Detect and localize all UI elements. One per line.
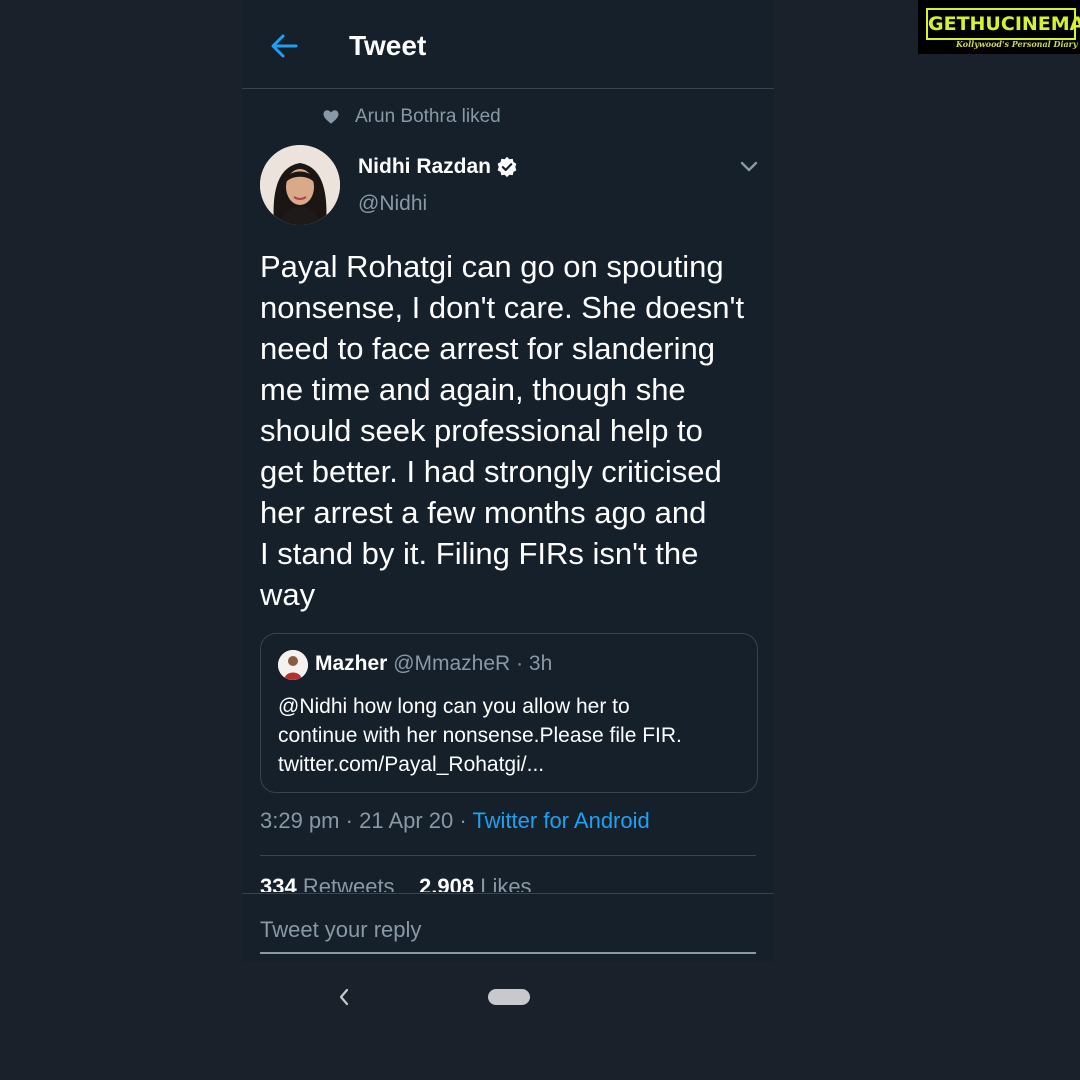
quoted-author-handle[interactable]: @MmazheR: [393, 652, 510, 675]
tweet-text-line: should seek professional help to: [260, 413, 703, 448]
tweet-text-line: Payal Rohatgi can go on spouting: [260, 249, 724, 284]
author-name[interactable]: Nidhi Razdan: [358, 155, 491, 179]
tweet-source-link[interactable]: Twitter for Android: [472, 808, 649, 833]
author-handle[interactable]: @Nidhi: [358, 192, 427, 216]
social-context-text: Arun Bothra liked: [355, 106, 501, 127]
tweet-text: Payal Rohatgi can go on spouting nonsens…: [260, 246, 760, 615]
quoted-text-line: continue with her nonsense.Please file F…: [278, 724, 682, 747]
tweet-text-line: get better. I had strongly criticised: [260, 454, 722, 489]
tweet-text-line: way: [260, 577, 316, 612]
tweet-text-line: need to face arrest for slandering: [260, 331, 715, 366]
tweet-time: 3:29 pm: [260, 808, 340, 833]
retweet-label[interactable]: Retweets: [303, 874, 395, 892]
timestamp-separator: ·: [345, 808, 360, 833]
like-count[interactable]: 2,908: [419, 874, 474, 892]
tweet-text-line: me time and again, though she: [260, 372, 686, 407]
tweet-text-line: I stand by it. Filing FIRs isn't the: [260, 536, 699, 571]
tweet-text-line: nonsense, I don't care. She doesn't: [260, 290, 745, 325]
quoted-tweet-text: @Nidhi how long can you allow her to con…: [278, 692, 748, 779]
nav-back-icon[interactable]: [336, 986, 352, 1008]
page-title: Tweet: [349, 30, 427, 61]
author-avatar[interactable]: [260, 145, 340, 225]
quoted-tweet-card[interactable]: Mazher @MmazheR · 3h @Nidhi how long can…: [260, 633, 758, 793]
tweet-screen: Tweet Arun Bothra liked Nidhi Razdan @Ni…: [242, 0, 774, 962]
tweet-timestamp: 3:29 pm · 21 Apr 20 · Twitter for Androi…: [260, 808, 650, 834]
top-app-bar: Tweet: [242, 0, 774, 89]
quoted-text-line: twitter.com/Payal_Rohatgi/...: [278, 753, 545, 776]
quoted-text-line: @Nidhi how long can you allow her to: [278, 695, 630, 718]
reply-input[interactable]: [260, 908, 756, 954]
heart-icon: [323, 110, 339, 124]
back-arrow-icon[interactable]: [268, 30, 300, 62]
verified-badge-icon: [497, 156, 517, 178]
tweet-date: 21 Apr 20: [359, 808, 454, 833]
quoted-tweet-age: 3h: [528, 652, 553, 675]
watermark-logo: GETHUCINEMA: [926, 8, 1080, 40]
divider: [260, 855, 756, 856]
watermark-tagline: Kollywood's Personal Diary: [956, 39, 1078, 49]
quoted-author-name[interactable]: Mazher: [315, 652, 387, 675]
watermark: GETHUCINEMA Kollywood's Personal Diary: [918, 0, 1080, 54]
reply-bar: [242, 893, 774, 962]
quoted-author-avatar[interactable]: [278, 650, 308, 680]
social-context: Arun Bothra liked: [322, 104, 501, 130]
tweet-text-line: her arrest a few months ago and: [260, 495, 707, 530]
retweet-count[interactable]: 334: [260, 874, 297, 892]
engagement-stats: 334 Retweets 2,908 Likes: [260, 874, 532, 892]
quoted-tweet-header: Mazher @MmazheR · 3h: [315, 652, 552, 676]
watermark-logo-right: CINEMA: [1000, 13, 1080, 35]
chevron-down-icon[interactable]: [738, 158, 760, 176]
timestamp-separator: ·: [459, 808, 473, 833]
like-label[interactable]: Likes: [480, 874, 531, 892]
quoted-avatar-image: [278, 650, 308, 680]
home-pill-icon[interactable]: [488, 989, 530, 1005]
avatar-image: [260, 145, 340, 225]
watermark-logo-left: GETHU: [928, 13, 1001, 35]
quoted-separator: ·: [516, 652, 529, 675]
